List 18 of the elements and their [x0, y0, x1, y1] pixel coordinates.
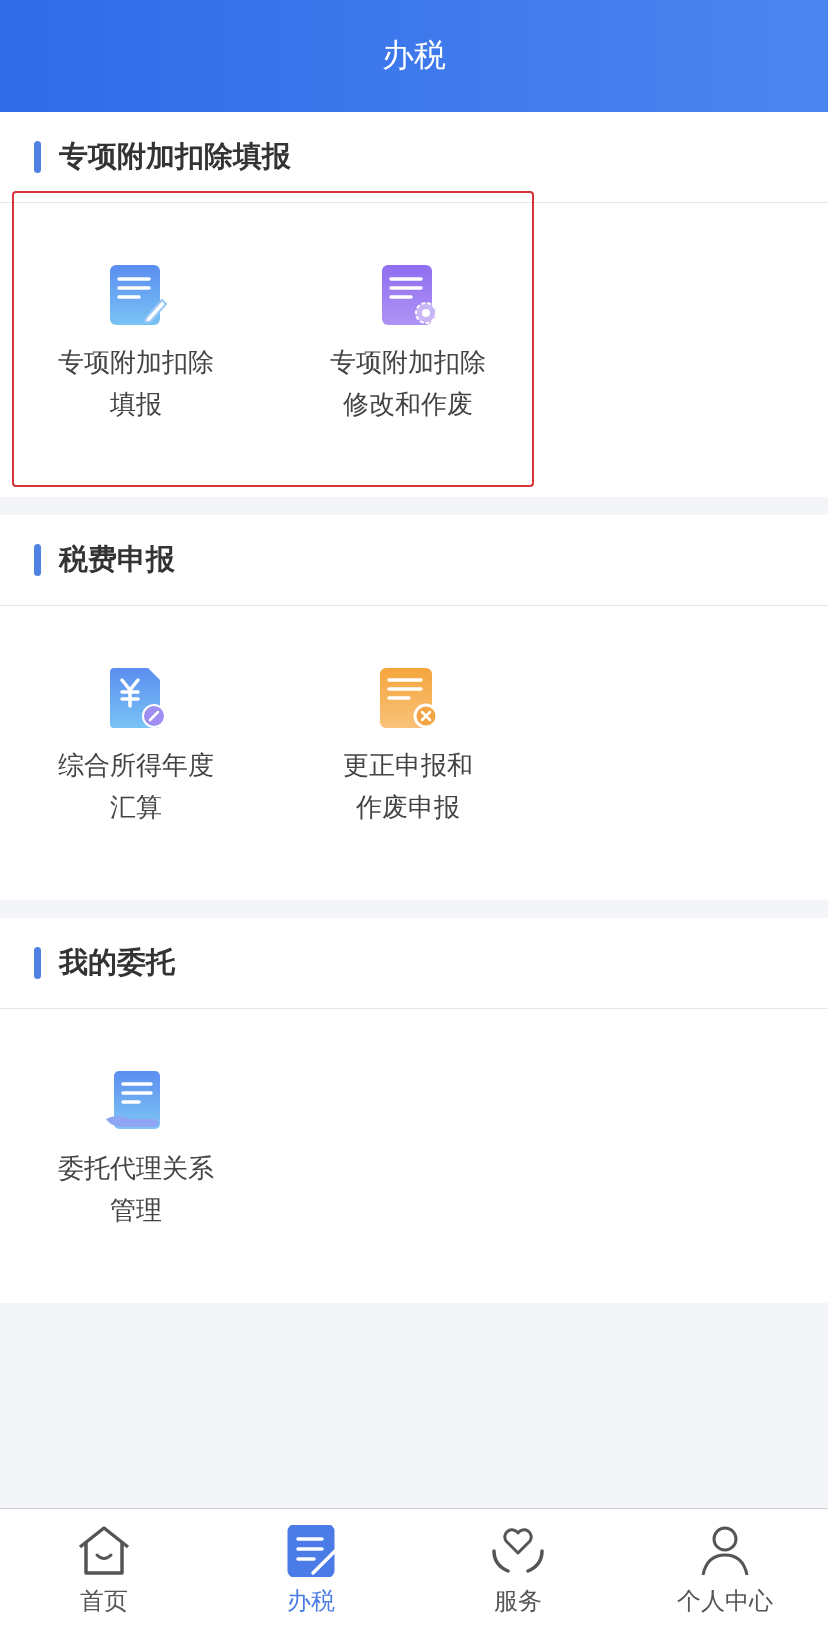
page-title: 办税: [382, 35, 446, 76]
service-item[interactable]: 专项附加扣除 填报: [0, 263, 272, 425]
item-label: 专项附加扣除 修改和作废: [330, 346, 486, 421]
nav-tab[interactable]: 首页: [0, 1509, 207, 1637]
item-label: 专项附加扣除 填报: [58, 346, 214, 421]
section-title: 专项附加扣除填报: [59, 138, 291, 175]
item-label: 委托代理关系 管理: [58, 1152, 214, 1227]
service-item[interactable]: 更正申报和 作废申报: [272, 666, 544, 828]
nav-tab[interactable]: 服务: [414, 1509, 621, 1637]
section-title: 税费申报: [59, 541, 175, 578]
service-item[interactable]: 专项附加扣除 修改和作废: [272, 263, 544, 425]
service-item[interactable]: 综合所得年度 汇算: [0, 666, 272, 828]
item-label: 综合所得年度 汇算: [58, 749, 214, 824]
section-title: 我的委托: [59, 944, 175, 981]
nav-tab[interactable]: 办税: [207, 1509, 414, 1637]
item-label: 更正申报和 作废申报: [343, 749, 473, 824]
service-item[interactable]: 委托代理关系 管理: [0, 1069, 272, 1231]
nav-tab[interactable]: 个人中心: [621, 1509, 828, 1637]
